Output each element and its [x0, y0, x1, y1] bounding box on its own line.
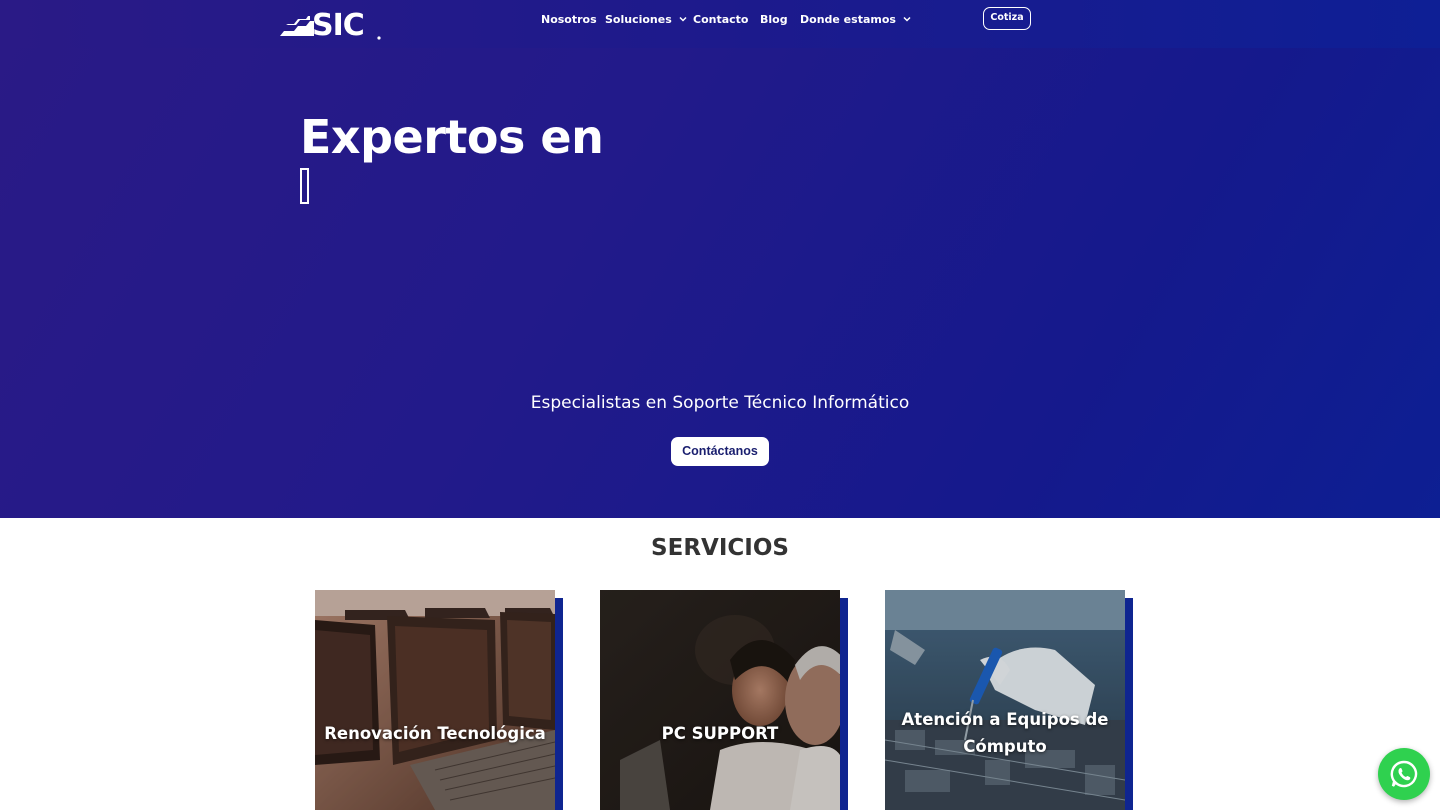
nav-soluciones-label: Soluciones — [605, 13, 672, 26]
laptops-row-photo — [315, 590, 555, 810]
card-accent-bar — [555, 598, 563, 810]
sic-logo[interactable]: SIC — [270, 6, 385, 42]
card-accent-bar — [1125, 598, 1133, 810]
cotiza-button[interactable]: Cotiza — [983, 7, 1031, 30]
nav-blog[interactable]: Blog — [760, 13, 788, 26]
whatsapp-button[interactable] — [1378, 748, 1430, 800]
nav-donde-estamos[interactable]: Donde estamos — [800, 13, 912, 26]
service-card-pc-support[interactable]: PC SUPPORT — [600, 590, 840, 810]
chevron-down-icon — [679, 16, 687, 22]
services-title: SERVICIOS — [651, 535, 789, 561]
card-accent-bar — [840, 598, 848, 810]
support-agents-photo — [600, 590, 840, 810]
hero-title: Expertos en — [300, 110, 604, 164]
hero-section: SIC Nosotros Soluciones Contacto Blog Do… — [0, 0, 1440, 518]
contact-button[interactable]: Contáctanos — [671, 437, 769, 466]
service-card-atencion[interactable]: Atención a Equipos de Cómputo — [885, 590, 1125, 810]
logo-text: SIC — [312, 8, 364, 42]
nav-soluciones[interactable]: Soluciones — [605, 13, 688, 26]
chevron-down-icon — [903, 16, 911, 22]
whatsapp-icon — [1390, 760, 1418, 788]
top-navigation-bar: SIC Nosotros Soluciones Contacto Blog Do… — [0, 0, 1440, 48]
nav-contacto[interactable]: Contacto — [693, 13, 748, 26]
card-label-line1: Atención a Equipos de — [901, 710, 1109, 729]
card-label-line2: Cómputo — [963, 737, 1047, 756]
nav-donde-estamos-label: Donde estamos — [800, 13, 896, 26]
service-card-renovacion[interactable]: Renovación Tecnológica — [315, 590, 555, 810]
card-label: PC SUPPORT — [661, 724, 779, 743]
hero-subtitle: Especialistas en Soporte Técnico Informá… — [530, 393, 910, 413]
soldering-repair-photo — [885, 590, 1125, 810]
card-label: Renovación Tecnológica — [324, 724, 546, 743]
nav-nosotros[interactable]: Nosotros — [541, 13, 597, 26]
typing-cursor — [300, 168, 309, 204]
